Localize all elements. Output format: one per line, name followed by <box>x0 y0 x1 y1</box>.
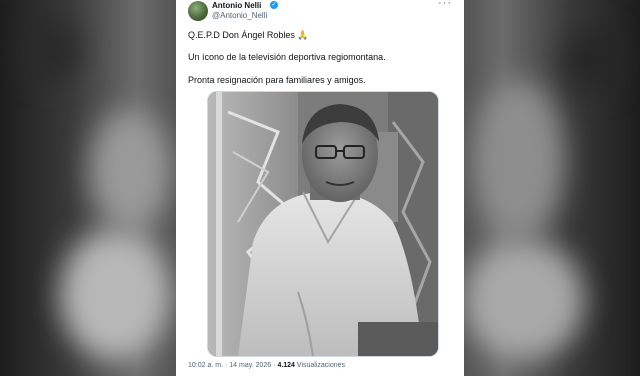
avatar[interactable] <box>188 1 208 21</box>
tweet-text-line: Q.E.P.D Don Ángel Robles 🙏 <box>188 30 309 40</box>
separator: · <box>273 362 276 369</box>
separator: · <box>224 362 228 369</box>
tweet-date[interactable]: 14 may. 2026 <box>229 362 271 369</box>
views-label: Visualizaciones <box>296 362 346 369</box>
background-right <box>464 0 640 376</box>
tweet-photo[interactable] <box>207 91 439 357</box>
tweet-time[interactable]: 10:02 a. m. <box>188 362 223 369</box>
tweet-text-line: Pronta resignación para familiares y ami… <box>188 75 366 85</box>
portrait-photo <box>208 92 438 356</box>
author-name[interactable]: Antonio Nelli <box>212 1 261 10</box>
author-handle[interactable]: @Antonio_Nelli <box>212 11 267 20</box>
background-left <box>0 0 176 376</box>
tweet-text-line: Un ícono de la televisión deportiva regi… <box>188 52 386 62</box>
more-options-icon[interactable]: ··· <box>438 0 452 9</box>
tweet-metadata: 10:02 a. m. · 14 may. 2026 · 4.124 Visua… <box>188 362 345 369</box>
tweet-header: Antonio Nelli ✓ @Antonio_Nelli ··· <box>188 0 452 24</box>
views-count: 4.124 <box>277 362 295 369</box>
verified-badge-icon: ✓ <box>270 1 278 9</box>
tweet-card: Antonio Nelli ✓ @Antonio_Nelli ··· Q.E.P… <box>176 0 464 376</box>
